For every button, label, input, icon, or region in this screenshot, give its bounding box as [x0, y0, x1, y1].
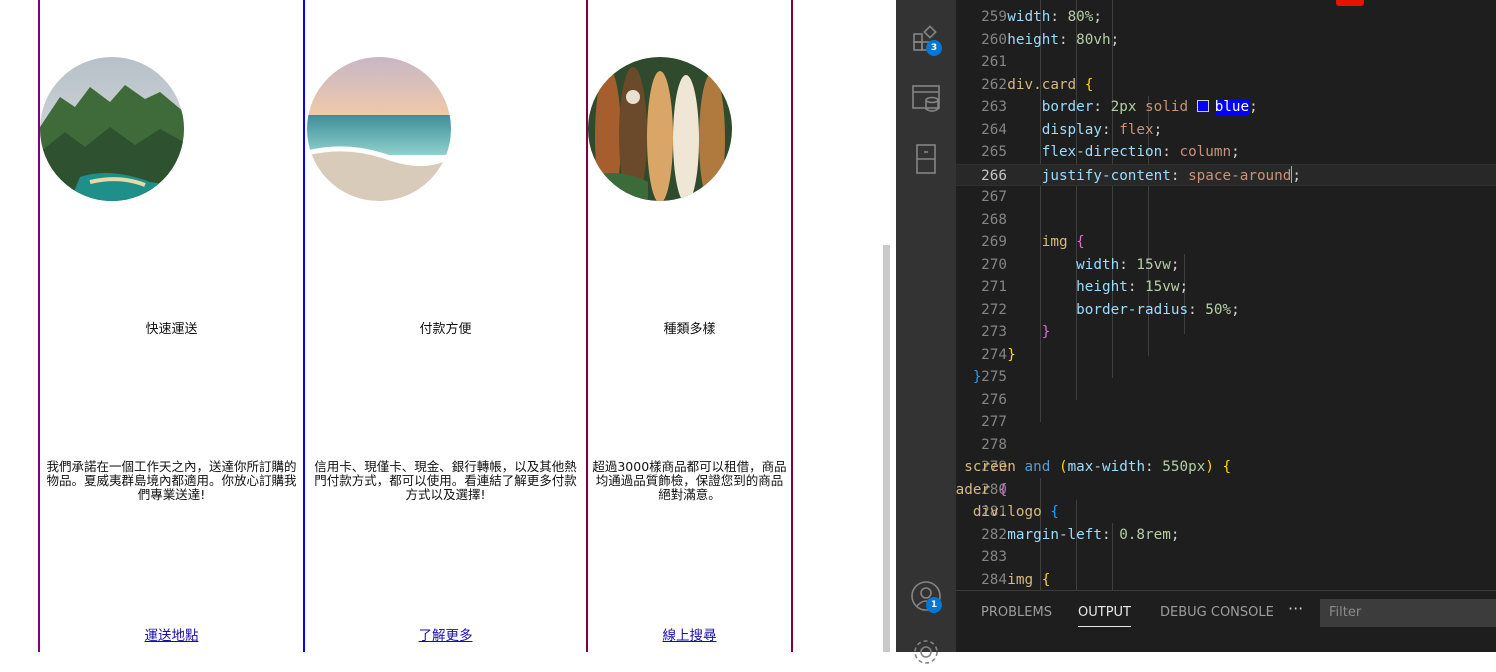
code-line[interactable]: 271 height: 15vw;	[956, 276, 1496, 299]
online-search-link[interactable]: 線上搜尋	[588, 624, 791, 644]
code-editor[interactable]: 259 width: 80%; 260 height: 80vh; 261 262 d…	[956, 0, 1496, 590]
line-number: 267	[981, 189, 1007, 205]
vscode-window: 3 1 259 width: 80%; 260 height: 80vh; 26…	[896, 0, 1496, 664]
code-line[interactable]: 278	[956, 434, 1496, 457]
remote-explorer-icon[interactable]	[910, 82, 942, 114]
code-line[interactable]: 264 display: flex;	[956, 119, 1496, 142]
card-title: 快速運送	[145, 322, 198, 337]
learn-more-link[interactable]: 了解更多	[305, 624, 586, 644]
card-title: 付款方便	[419, 322, 472, 337]
code-line[interactable]: 270 width: 15vw;	[956, 254, 1496, 277]
code-line[interactable]: 266 justify-content: space-around;	[956, 163, 1496, 186]
line-number: 261	[981, 54, 1007, 70]
more-actions-icon[interactable]: ···	[1288, 599, 1303, 618]
code-line[interactable]: 265 flex-direction: column;	[956, 141, 1496, 164]
code-line[interactable]: 284 img {	[956, 569, 1496, 591]
device-icon[interactable]	[910, 142, 942, 174]
code-line[interactable]: 269 img {	[956, 231, 1496, 254]
surfboard-photo	[588, 57, 732, 201]
bottom-panel: PROBLEMS OUTPUT DEBUG CONSOLE ··· Filter	[956, 590, 1496, 652]
code-text: display: flex;	[1041, 121, 1163, 138]
code-line[interactable]: 274 }	[956, 344, 1496, 367]
code-line[interactable]: 282 margin-left: 0.8rem;	[956, 524, 1496, 547]
code-text: height: 15vw;	[1076, 279, 1189, 295]
tab-output[interactable]: OUTPUT	[1078, 605, 1131, 627]
code-line[interactable]: 260 height: 80vh;	[956, 29, 1496, 52]
code-text: @media screen and (max-width: 550px) {	[964, 459, 1232, 475]
code-text: height: 80vh;	[1007, 31, 1120, 48]
card-description: 信用卡、現僅卡、現金、銀行轉帳，以及其他熱門付款方式，都可以使用。看連結了解更多…	[314, 459, 577, 502]
code-line[interactable]: 267	[956, 186, 1496, 209]
card-title: 種類多樣	[663, 322, 716, 337]
mountain-photo	[40, 57, 184, 201]
code-line[interactable]: 283	[956, 546, 1496, 569]
browser-preview: 快速運送 我們承諾在一個工作天之內，送達你所訂購的物品。夏威夷群島境內都適用。你…	[0, 0, 890, 652]
code-text: margin-left: 0.8rem;	[1007, 526, 1180, 543]
tab-debug-console[interactable]: DEBUG CONSOLE	[1160, 605, 1274, 620]
code-line[interactable]: 281 div.logo {	[956, 501, 1496, 524]
code-line[interactable]: 277}	[956, 411, 1496, 434]
card-description: 超過3000樣商品都可以租借，商品均通過品質飾檢，保證您到的商品絕對滿意。	[592, 459, 787, 502]
code-line[interactable]: 275 }	[956, 366, 1496, 389]
card-easy-payment: 付款方便 信用卡、現僅卡、現金、銀行轉帳，以及其他熱門付款方式，都可以使用。看連…	[303, 0, 588, 652]
code-text: img {	[1007, 571, 1051, 588]
code-text: }	[972, 369, 982, 385]
line-number: 278	[981, 436, 1007, 453]
card-fast-shipping: 快速運送 我們承諾在一個工作天之內，送達你所訂購的物品。夏威夷群島境內都適用。你…	[38, 0, 305, 652]
code-text: div.card {	[1007, 76, 1094, 93]
code-text: }	[1041, 324, 1051, 340]
code-text: img {	[1041, 234, 1085, 250]
code-line[interactable]: 263 border: 2px solid blue;	[956, 96, 1496, 119]
code-text: width: 80%;	[1007, 9, 1102, 25]
code-line[interactable]: 272 border-radius: 50%;	[956, 299, 1496, 322]
code-text: justify-content: space-around;	[1041, 165, 1301, 184]
extensions-badge: 3	[926, 40, 942, 56]
text-cursor	[1291, 165, 1293, 183]
code-line[interactable]: 261	[956, 51, 1496, 74]
line-number: 268	[981, 211, 1007, 228]
settings-gear-icon[interactable]	[910, 636, 942, 668]
code-line[interactable]: 273 }	[956, 321, 1496, 344]
code-line[interactable]: 280 header {	[956, 479, 1496, 502]
extensions-icon[interactable]: 3	[910, 24, 942, 56]
scrollbar[interactable]	[883, 245, 890, 652]
code-text: flex-direction: column;	[1041, 144, 1240, 160]
shipping-locations-link[interactable]: 運送地點	[40, 624, 303, 644]
card-description: 我們承諾在一個工作天之內，送達你所訂購的物品。夏威夷群島境內都適用。你放心訂購我…	[46, 459, 297, 502]
line-number: 283	[981, 549, 1007, 565]
tab-problems[interactable]: PROBLEMS	[981, 605, 1052, 620]
code-text: div.logo {	[972, 504, 1059, 520]
line-number: 276	[981, 391, 1007, 408]
code-text: width: 15vw;	[1076, 256, 1180, 273]
card-variety: 種類多樣 超過3000樣商品都可以租借，商品均通過品質飾檢，保證您到的商品絕對滿…	[586, 0, 793, 652]
line-number: 277	[981, 414, 1007, 430]
activity-bar: 3 1	[896, 0, 956, 664]
accounts-badge: 1	[926, 597, 942, 613]
code-line[interactable]: 262 div.card {	[956, 74, 1496, 97]
code-line[interactable]: 276 }	[956, 389, 1496, 412]
code-text: border-radius: 50%;	[1076, 301, 1240, 318]
code-text: header {	[956, 481, 1008, 498]
filter-input[interactable]: Filter	[1320, 599, 1496, 627]
code-text: border: 2px solid blue;	[1041, 99, 1258, 115]
code-line[interactable]: 279@media screen and (max-width: 550px) …	[956, 456, 1496, 479]
beach-photo	[307, 57, 451, 201]
code-line[interactable]: 268	[956, 209, 1496, 232]
code-line[interactable]: 259 width: 80%;	[956, 6, 1496, 29]
color-swatch-icon[interactable]	[1196, 100, 1209, 112]
code-text: }	[1007, 346, 1016, 363]
accounts-icon[interactable]: 1	[910, 580, 942, 613]
